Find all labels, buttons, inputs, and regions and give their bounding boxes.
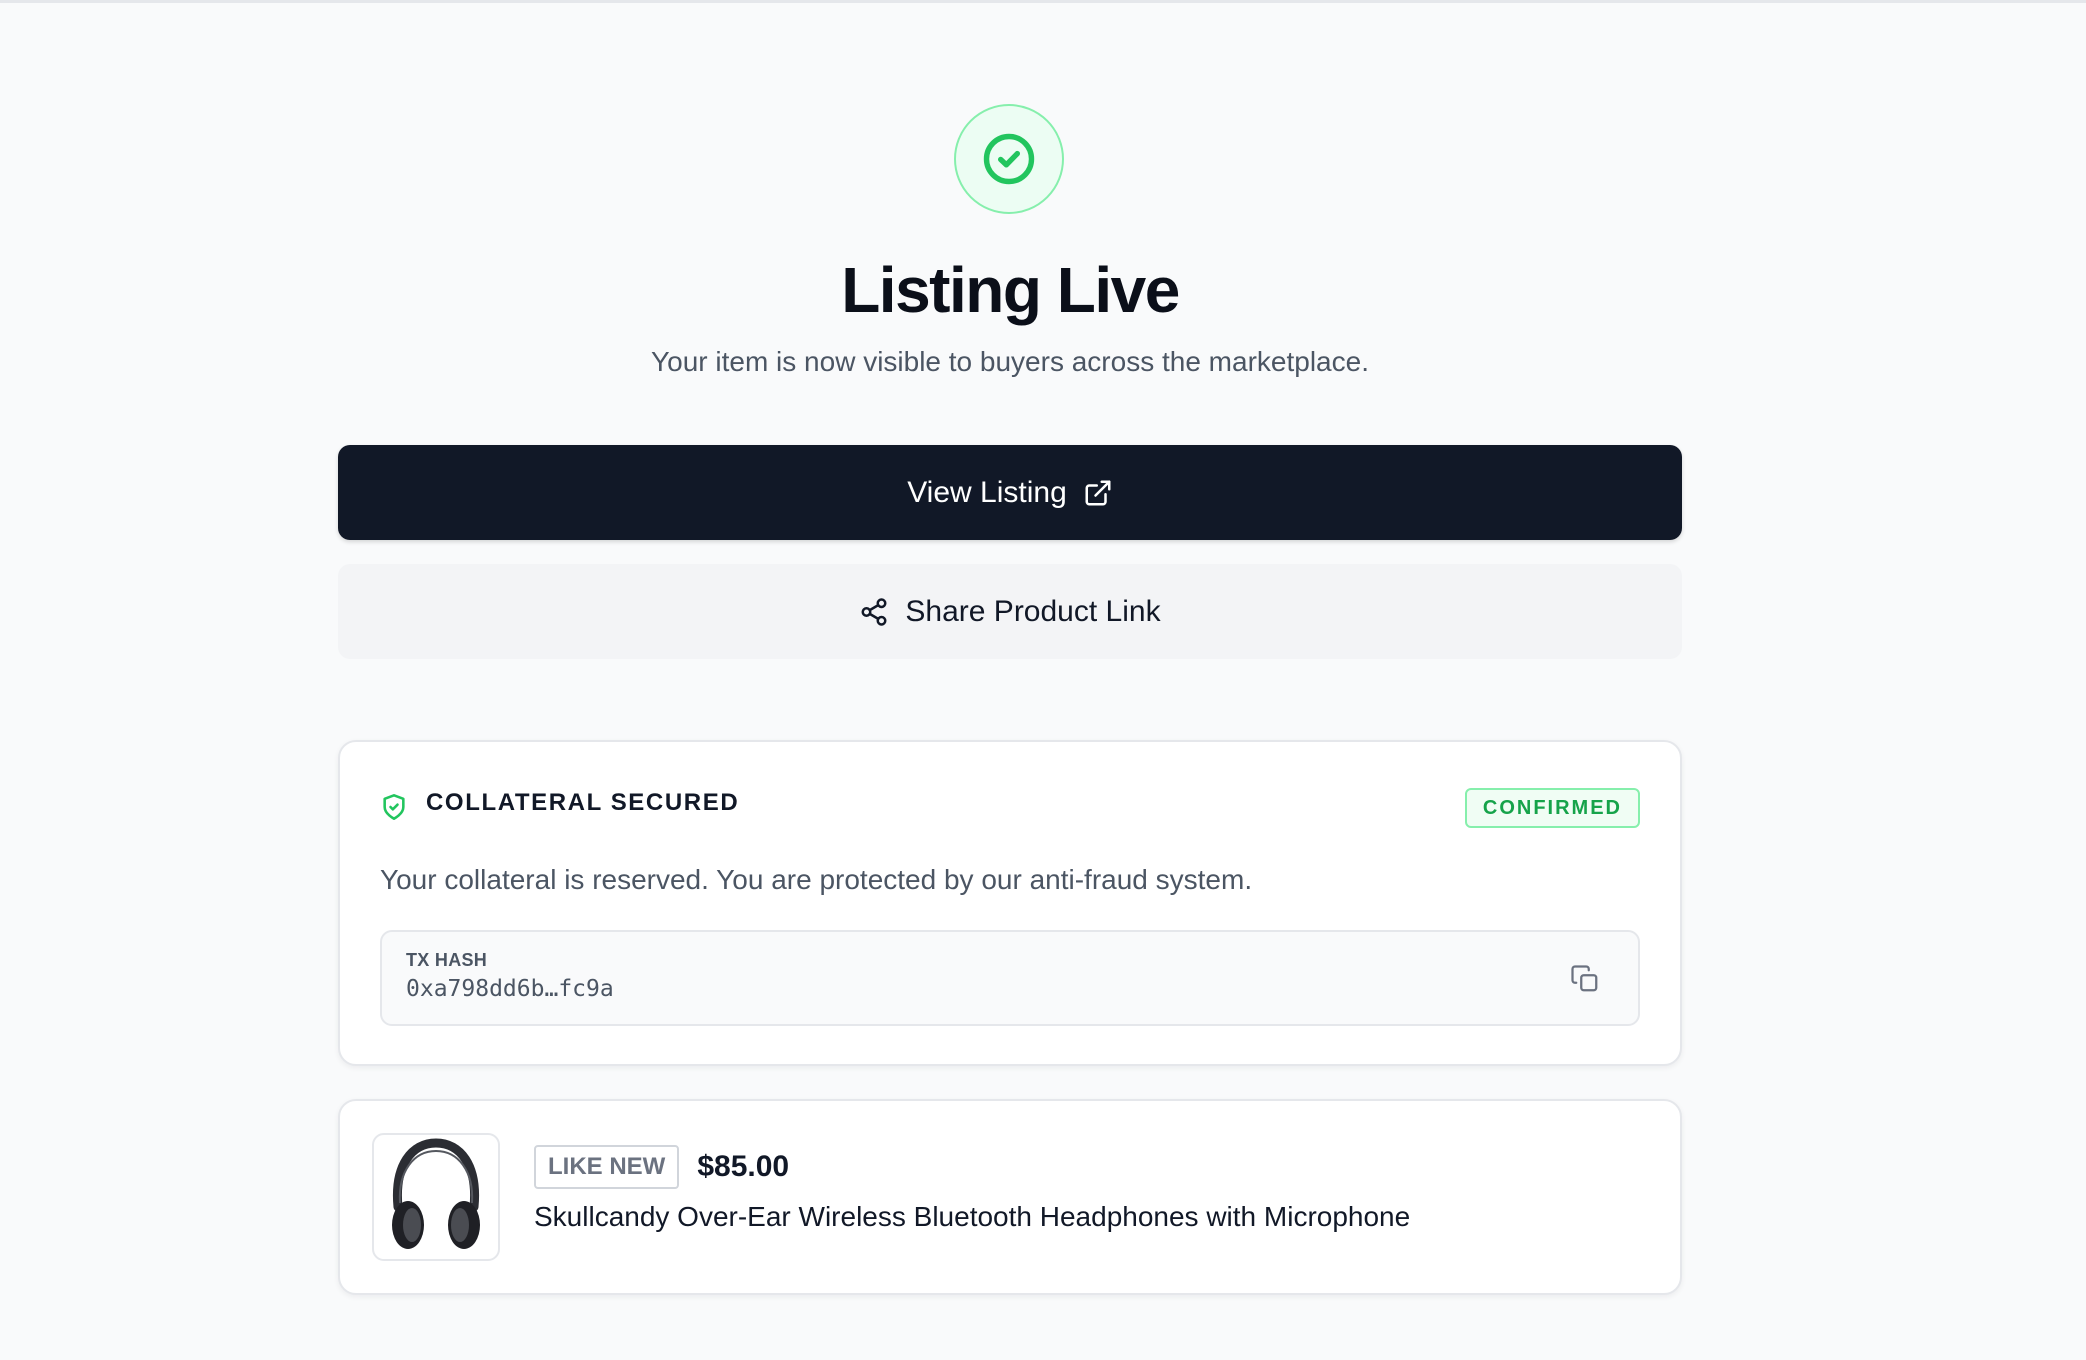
success-badge [954, 104, 1064, 214]
page-title: Listing Live [841, 254, 1180, 326]
check-circle-icon [983, 133, 1035, 185]
collateral-header: COLLATERAL SECURED [380, 784, 739, 822]
collateral-card: COLLATERAL SECURED CONFIRMED Your collat… [338, 740, 1682, 1066]
product-meta: LIKE NEW $85.00 [534, 1145, 789, 1189]
page-subtitle: Your item is now visible to buyers acros… [651, 346, 1369, 377]
share-product-link-label: Share Product Link [905, 594, 1161, 628]
external-link-icon [1085, 480, 1111, 505]
copy-icon [1571, 965, 1598, 992]
top-divider [0, 0, 2086, 3]
copy-hash-button[interactable] [1568, 962, 1602, 996]
tx-hash-field: TX HASH 0xa798dd6b…fc9a [380, 930, 1640, 1026]
confirmed-badge: CONFIRMED [1464, 788, 1640, 828]
product-thumbnail [372, 1133, 500, 1261]
headphones-image [392, 1138, 480, 1249]
product-card[interactable]: LIKE NEW $85.00 Skullcandy Over-Ear Wire… [338, 1099, 1682, 1295]
share-product-link-button[interactable]: Share Product Link [338, 564, 1682, 659]
condition-badge: LIKE NEW [534, 1145, 680, 1189]
collateral-title: COLLATERAL SECURED [426, 789, 740, 816]
shield-check-icon [380, 792, 408, 822]
tx-hash-label: TX HASH [406, 950, 488, 970]
view-listing-button[interactable]: View Listing [338, 445, 1682, 540]
share-icon [859, 597, 889, 627]
product-name: Skullcandy Over-Ear Wireless Bluetooth H… [534, 1201, 1411, 1232]
tx-hash-value: 0xa798dd6b…fc9a [406, 976, 614, 1002]
product-price: $85.00 [697, 1150, 790, 1183]
collateral-description: Your collateral is reserved. You are pro… [380, 864, 1253, 895]
view-listing-label: View Listing [907, 475, 1067, 509]
